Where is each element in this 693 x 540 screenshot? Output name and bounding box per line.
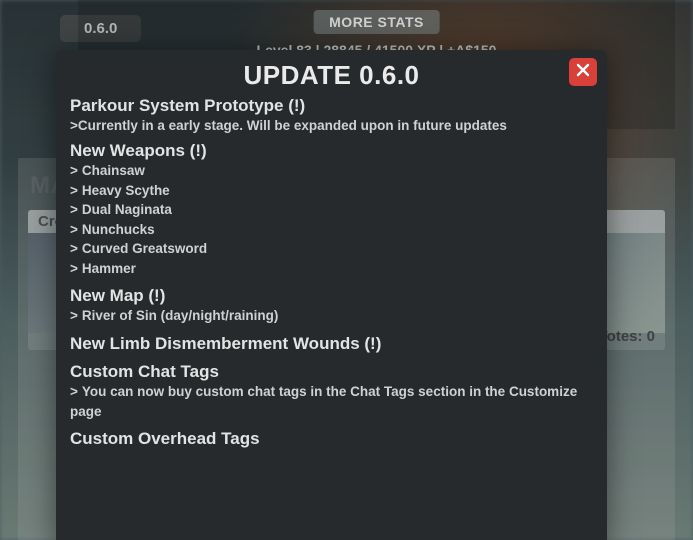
section-heading: New Map (!): [70, 286, 583, 306]
section-heading: New Weapons (!): [70, 141, 583, 161]
list-item: >Hammer: [70, 259, 583, 279]
close-icon: [575, 62, 591, 83]
modal-body-scroll[interactable]: Parkour System Prototype (!) >Currently …: [70, 96, 593, 540]
list-item: >Chainsaw: [70, 161, 583, 181]
modal-close-button[interactable]: [569, 58, 597, 86]
section-heading: Parkour System Prototype (!): [70, 96, 583, 116]
modal-title: UPDATE 0.6.0: [56, 60, 607, 91]
section-heading: Custom Overhead Tags: [70, 429, 583, 449]
more-stats-button[interactable]: MORE STATS: [313, 10, 440, 34]
list-item: >Curved Greatsword: [70, 239, 583, 259]
list-item: >Heavy Scythe: [70, 181, 583, 201]
list-item: >Dual Naginata: [70, 200, 583, 220]
list-item: >Nunchucks: [70, 220, 583, 240]
section-note: >Currently in a early stage. Will be exp…: [70, 118, 583, 133]
update-modal: UPDATE 0.6.0 Parkour System Prototype (!…: [56, 50, 607, 540]
section-heading: New Limb Dismemberment Wounds (!): [70, 334, 583, 354]
list-item: >River of Sin (day/night/raining): [70, 306, 583, 326]
list-item: >You can now buy custom chat tags in the…: [70, 382, 583, 421]
section-heading: Custom Chat Tags: [70, 362, 583, 382]
